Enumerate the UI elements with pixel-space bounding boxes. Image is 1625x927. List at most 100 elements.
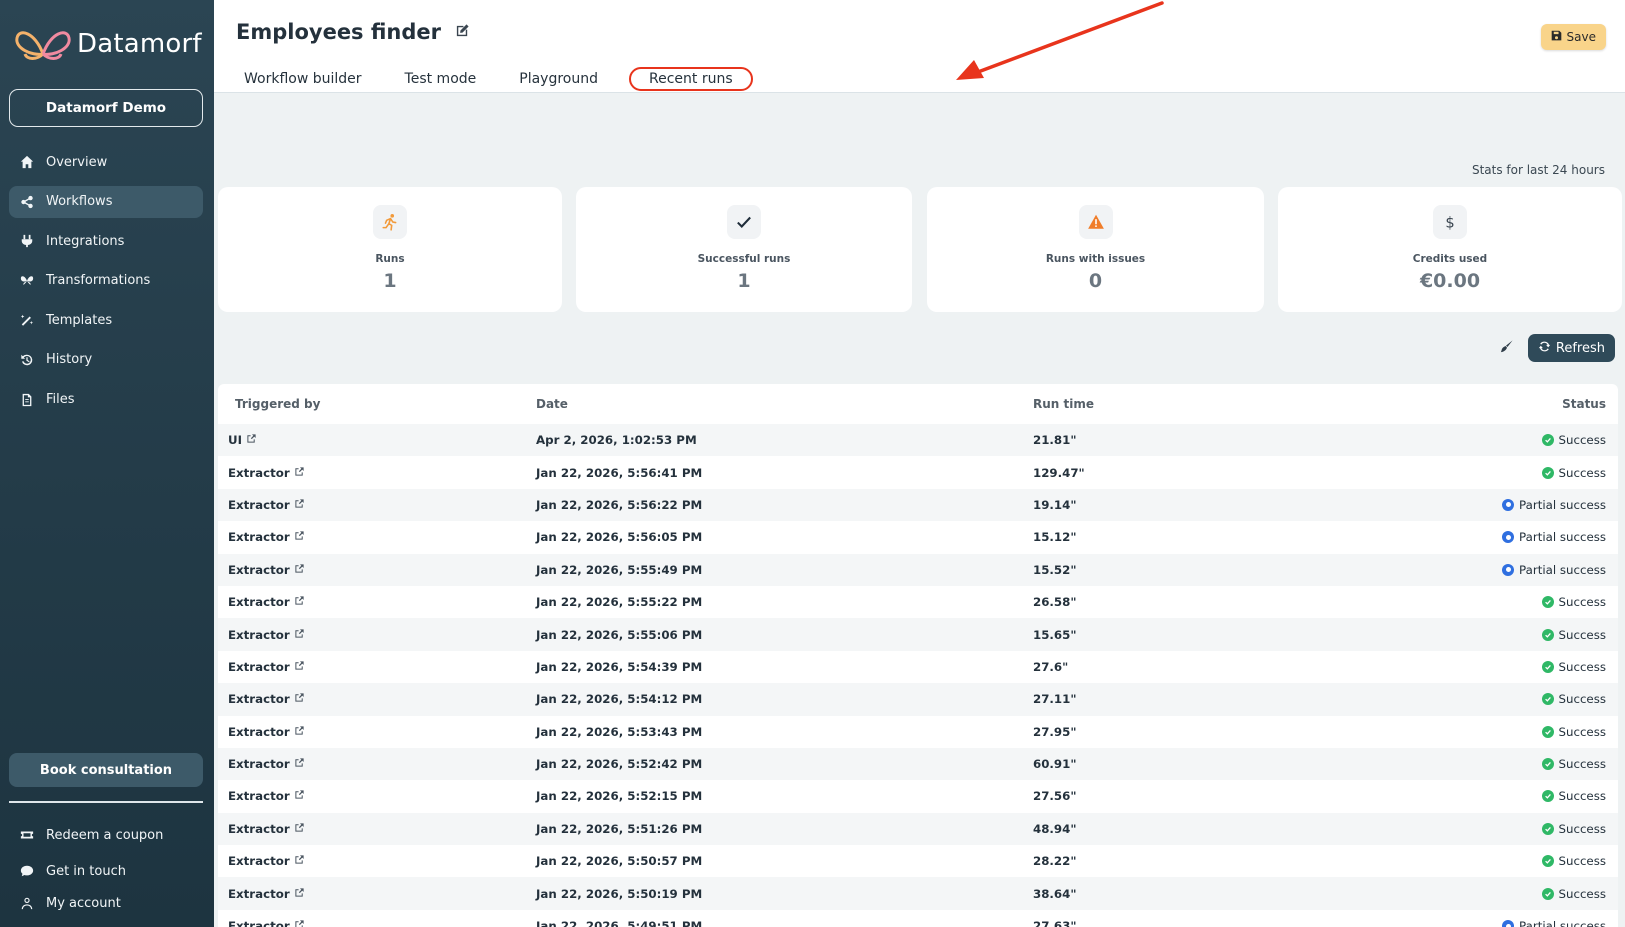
trigger-link[interactable]: Extractor [228, 757, 290, 771]
table-row[interactable]: Extractor Jan 22, 2026, 5:56:05 PM 15.12" P… [218, 521, 1618, 553]
external-link-icon[interactable] [294, 498, 305, 512]
external-link-icon[interactable] [294, 530, 305, 544]
trigger-cell[interactable]: Extractor [218, 854, 536, 868]
trigger-cell[interactable]: Extractor [218, 919, 536, 927]
trigger-link[interactable]: Extractor [228, 822, 290, 836]
brush-icon[interactable] [1499, 339, 1514, 358]
table-row[interactable]: Extractor Jan 22, 2026, 5:55:22 PM 26.58" S… [218, 586, 1618, 618]
table-row[interactable]: Extractor Jan 22, 2026, 5:55:06 PM 15.65" S… [218, 618, 1618, 651]
trigger-cell[interactable]: Extractor [218, 692, 536, 706]
external-link-icon[interactable] [294, 660, 305, 674]
get-in-touch-link[interactable]: Get in touch [9, 858, 203, 884]
tab-test-mode[interactable]: Test mode [389, 67, 493, 91]
external-link-icon[interactable] [246, 433, 257, 447]
trigger-cell[interactable]: Extractor [218, 660, 536, 674]
table-row[interactable]: Extractor Jan 22, 2026, 5:54:39 PM 27.6" Su… [218, 651, 1618, 683]
trigger-cell[interactable]: Extractor [218, 498, 536, 512]
external-link-icon[interactable] [294, 822, 305, 836]
column-header-date[interactable]: Date [536, 397, 1033, 411]
trigger-link[interactable]: Extractor [228, 498, 290, 512]
trigger-cell[interactable]: Extractor [218, 822, 536, 836]
success-status-icon [1541, 660, 1554, 673]
trigger-cell[interactable]: Extractor [218, 595, 536, 609]
trigger-cell[interactable]: Extractor [218, 887, 536, 901]
trigger-cell[interactable]: UI [218, 433, 536, 447]
table-row[interactable]: UI Apr 2, 2026, 1:02:53 PM 21.81" Success [218, 424, 1618, 457]
sidebar-item-templates[interactable]: Templates [9, 304, 203, 336]
sidebar-item-transformations[interactable]: Transformations [9, 265, 203, 297]
external-link-icon[interactable] [294, 563, 305, 577]
table-row[interactable]: Extractor Jan 22, 2026, 5:50:19 PM 38.64" S… [218, 877, 1618, 910]
sidebar-item-overview[interactable]: Overview [9, 146, 203, 178]
trigger-link[interactable]: Extractor [228, 789, 290, 803]
sidebar-item-integrations[interactable]: Integrations [9, 225, 203, 257]
trigger-cell[interactable]: Extractor [218, 757, 536, 771]
trigger-link[interactable]: Extractor [228, 692, 290, 706]
sidebar-item-files[interactable]: Files [9, 384, 203, 416]
trigger-cell[interactable]: Extractor [218, 789, 536, 803]
table-row[interactable]: Extractor Jan 22, 2026, 5:49:51 PM 27.63" P… [218, 910, 1618, 927]
stat-value: 1 [383, 270, 397, 292]
table-row[interactable]: Extractor Jan 22, 2026, 5:56:41 PM 129.47"… [218, 456, 1618, 488]
trigger-cell[interactable]: Extractor [218, 725, 536, 739]
external-link-icon[interactable] [294, 854, 305, 868]
date-cell: Jan 22, 2026, 5:52:42 PM [536, 757, 703, 772]
tab-recent-runs[interactable]: Recent runs [629, 67, 753, 91]
trigger-cell[interactable]: Extractor [218, 466, 536, 480]
tab-workflow-builder[interactable]: Workflow builder [228, 67, 378, 91]
external-link-icon[interactable] [294, 692, 305, 706]
trigger-cell[interactable]: Extractor [218, 563, 536, 577]
table-row[interactable]: Extractor Jan 22, 2026, 5:51:26 PM 48.94" S… [218, 812, 1618, 846]
sidebar-item-history[interactable]: History [9, 344, 203, 376]
status-cell: Success [1453, 725, 1618, 739]
trigger-link[interactable]: Extractor [228, 530, 290, 544]
trigger-link[interactable]: Extractor [228, 466, 290, 480]
trigger-link[interactable]: Extractor [228, 887, 290, 901]
table-row[interactable]: Extractor Jan 22, 2026, 5:52:42 PM 60.91" S… [218, 747, 1618, 781]
external-link-icon[interactable] [294, 595, 305, 609]
sidebar-item-label: Files [46, 392, 75, 408]
trigger-link[interactable]: Extractor [228, 919, 290, 927]
refresh-button[interactable]: Refresh [1527, 334, 1615, 362]
trigger-link[interactable]: Extractor [228, 660, 290, 674]
column-header-status[interactable]: Status [1453, 397, 1618, 411]
external-link-icon[interactable] [294, 919, 305, 927]
external-link-icon[interactable] [294, 466, 305, 480]
edit-icon[interactable] [455, 23, 470, 42]
workflow-tabs: Workflow builder Test mode Playground Re… [228, 67, 764, 91]
trigger-link[interactable]: Extractor [228, 628, 290, 642]
trigger-link[interactable]: Extractor [228, 595, 290, 609]
plug-icon [17, 233, 37, 249]
table-row[interactable]: Extractor Jan 22, 2026, 5:50:57 PM 28.22" S… [218, 845, 1618, 877]
column-header-run-time[interactable]: Run time [1033, 397, 1453, 411]
save-button[interactable]: Save [1540, 24, 1606, 50]
sidebar-item-workflows[interactable]: Workflows [9, 185, 203, 218]
brand-logo[interactable]: Datamorf [13, 24, 202, 64]
trigger-link[interactable]: Extractor [228, 725, 290, 739]
external-link-icon[interactable] [294, 757, 305, 771]
column-header-triggered-by[interactable]: Triggered by [218, 397, 536, 411]
date-cell: Jan 22, 2026, 5:54:39 PM [536, 659, 703, 674]
organization-button[interactable]: Datamorf Demo [9, 89, 203, 127]
external-link-icon[interactable] [294, 628, 305, 642]
trigger-link[interactable]: UI [228, 433, 242, 447]
table-row[interactable]: Extractor Jan 22, 2026, 5:52:15 PM 27.56" S… [218, 780, 1618, 812]
table-row[interactable]: Extractor Jan 22, 2026, 5:54:12 PM 27.11" S… [218, 683, 1618, 716]
trigger-link[interactable]: Extractor [228, 563, 290, 577]
status-cell: Success [1453, 628, 1618, 642]
external-link-icon[interactable] [294, 887, 305, 901]
table-row[interactable]: Extractor Jan 22, 2026, 5:56:22 PM 19.14" P… [218, 488, 1618, 522]
external-link-icon[interactable] [294, 725, 305, 739]
tab-playground[interactable]: Playground [503, 67, 614, 91]
table-row[interactable]: Extractor Jan 22, 2026, 5:53:43 PM 27.95" S… [218, 716, 1618, 748]
status-badge: Success [1558, 659, 1607, 674]
my-account-link[interactable]: My account [9, 890, 203, 916]
book-consultation-button[interactable]: Book consultation [9, 753, 203, 787]
redeem-coupon-link[interactable]: Redeem a coupon [9, 822, 203, 848]
trigger-cell[interactable]: Extractor [218, 628, 536, 642]
external-link-icon[interactable] [294, 789, 305, 803]
trigger-link[interactable]: Extractor [228, 854, 290, 868]
trigger-cell[interactable]: Extractor [218, 530, 536, 544]
date-cell: Jan 22, 2026, 5:53:43 PM [536, 724, 703, 739]
table-row[interactable]: Extractor Jan 22, 2026, 5:55:49 PM 15.52" P… [218, 553, 1618, 586]
